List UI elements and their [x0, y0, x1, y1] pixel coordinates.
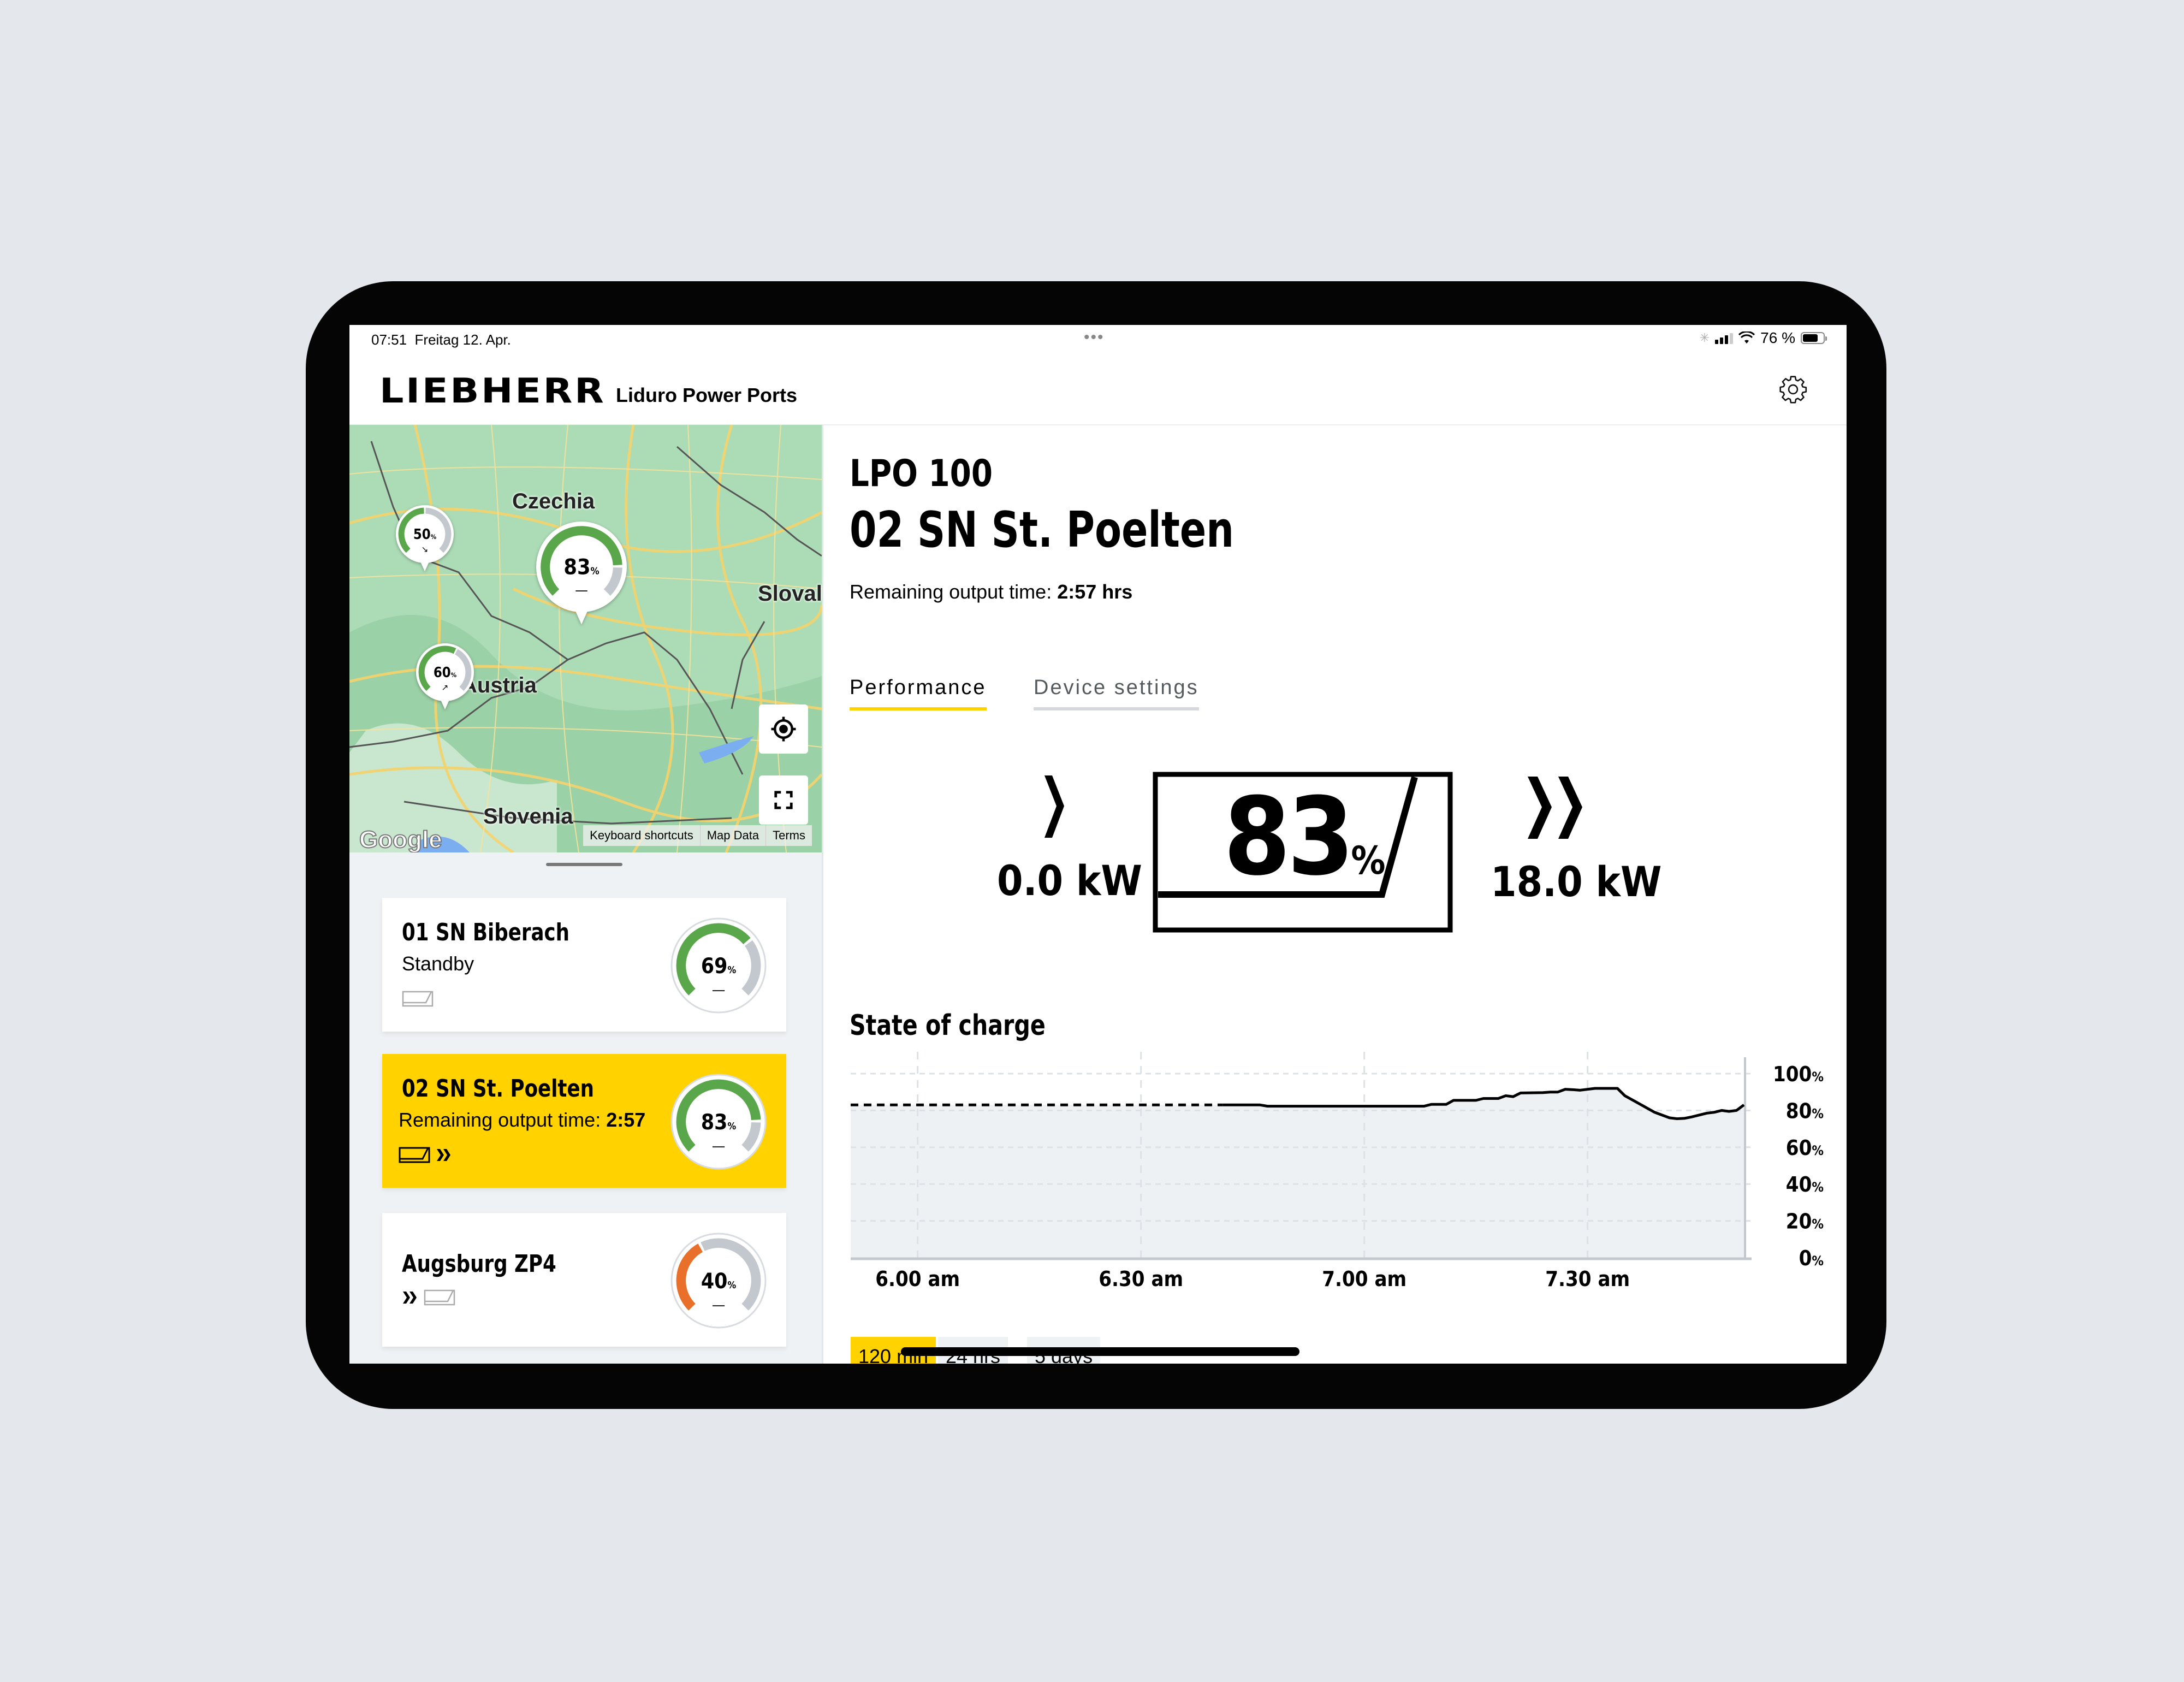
soc-value: 83% [1224, 775, 1386, 899]
y-tick-label: 100% [1773, 1062, 1824, 1086]
x-tick-label: 7.00 am [1322, 1267, 1406, 1291]
device-name: 01 SN Biberach [402, 919, 569, 946]
gauge-remainder [454, 649, 472, 691]
tab-device-settings[interactable]: Device settings [1034, 676, 1199, 710]
brand-logo: LIEBHERR [379, 371, 606, 411]
charge-gauge: 83% — [670, 1074, 767, 1170]
status-bar: 07:51 Freitag 12. Apr. ••• ✳ 76 % [349, 325, 1847, 352]
chart-title: State of charge [850, 1009, 1046, 1042]
multitasking-dots-icon[interactable]: ••• [1084, 328, 1105, 347]
drag-handle[interactable] [546, 863, 622, 866]
map-attribution: Keyboard shortcuts Map Data Terms [583, 825, 812, 846]
wifi-icon [1738, 331, 1755, 343]
device-status: Remaining output time: 2:57 [399, 1109, 646, 1131]
trend-indicator: ↗ [442, 683, 449, 692]
map-marker[interactable]: 83% — [535, 520, 628, 625]
gauge-remainder [603, 567, 622, 596]
state-of-charge-display: 83% [1153, 772, 1453, 933]
app-screen: 07:51 Freitag 12. Apr. ••• ✳ 76 % LIEBHE… [349, 325, 1847, 1364]
charge-gauge: 40% — [670, 1233, 767, 1329]
gauge-svg: 69%— [670, 917, 767, 1014]
device-model: LPO 100 [850, 452, 993, 495]
device-card-selected[interactable]: 02 SN St. Poelten Remaining output time:… [382, 1054, 786, 1188]
device-icons [402, 991, 434, 1007]
device-detail-pane: LPO 100 02 SN St. Poelten Remaining outp… [823, 425, 1847, 1364]
battery-icon [1801, 332, 1827, 344]
map-label: Slovenia [483, 804, 573, 828]
gauge-svg: 40%— [670, 1233, 767, 1329]
locate-icon [771, 716, 796, 742]
input-chevron-icon [1044, 775, 1064, 838]
x-tick-label: 7.30 am [1545, 1267, 1630, 1291]
trend-indicator: — [712, 1297, 726, 1313]
gauge-value: 83% [563, 555, 599, 580]
device-name: 02 SN St. Poelten [402, 1075, 594, 1103]
map-view[interactable]: Czechia Sloval Austria Slovenia 50% ↘ 83%… [349, 425, 822, 852]
trend-indicator: — [575, 583, 588, 598]
locate-button[interactable] [759, 704, 808, 754]
y-tick-label: 40% [1786, 1172, 1824, 1197]
device-title: 02 SN St. Poelten [850, 501, 1234, 559]
output-double-chevron-icon [1528, 777, 1582, 839]
gauge-value: 60% [434, 664, 457, 680]
double-chevron-icon [437, 1149, 450, 1161]
gauge-value: 50% [413, 526, 437, 542]
chart-area-fill [851, 1088, 1744, 1258]
map-marker[interactable]: 50% ↘ [395, 504, 455, 572]
input-power: 0.0 kW [997, 856, 1142, 905]
remaining-output-time: Remaining output time: 2:57 hrs [850, 581, 1133, 603]
x-tick-label: 6.00 am [875, 1267, 960, 1291]
terms-link[interactable]: Terms [765, 825, 812, 846]
gauge-svg: 60% ↗ [418, 645, 472, 692]
status-indicators: ✳ 76 % [1699, 329, 1827, 347]
device-list-pane: Czechia Sloval Austria Slovenia 50% ↘ 83%… [349, 425, 823, 1364]
map-label: Czechia [512, 489, 595, 513]
trend-indicator: ↘ [422, 544, 429, 554]
tab-performance[interactable]: Performance [850, 676, 987, 710]
battery-icon [402, 991, 434, 1007]
gear-icon[interactable] [1778, 374, 1808, 405]
y-tick-label: 80% [1786, 1099, 1824, 1123]
device-status: Standby [402, 952, 474, 975]
y-tick-label: 60% [1786, 1136, 1824, 1160]
map-marker[interactable]: 60% ↗ [415, 642, 475, 710]
map-data-link[interactable]: Map Data [699, 825, 765, 846]
app-header: LIEBHERR Liduro Power Ports [349, 352, 1847, 425]
map-label: Sloval [758, 582, 822, 606]
app-title: Liduro Power Ports [616, 384, 798, 406]
gauge-svg: 50% ↘ [398, 507, 452, 554]
battery-icon [424, 1289, 455, 1306]
keyboard-shortcuts-link[interactable]: Keyboard shortcuts [583, 825, 700, 846]
y-tick-label: 20% [1786, 1210, 1824, 1234]
status-time: 07:51 Freitag 12. Apr. [371, 331, 511, 348]
trend-indicator: — [712, 982, 726, 998]
activity-spinner-icon: ✳ [1699, 331, 1710, 345]
state-of-charge-chart: 6.00 am 6.30 am 7.00 am 7.30 am 100% 80% 60% 40… [851, 1052, 1824, 1291]
charge-gauge: 69% — [670, 917, 767, 1014]
fullscreen-icon [774, 791, 793, 809]
device-icons [402, 1289, 455, 1306]
cellular-signal-icon [1715, 332, 1734, 344]
device-card[interactable]: Augsburg ZP4 40% — [382, 1213, 786, 1347]
home-indicator[interactable] [901, 1347, 1299, 1356]
battery-percent: 76 % [1760, 329, 1795, 346]
trend-indicator: — [712, 1138, 726, 1154]
double-chevron-icon [403, 1292, 417, 1304]
google-logo: Google [359, 826, 443, 852]
battery-level [1803, 334, 1818, 342]
gauge-svg: 83%— [670, 1074, 767, 1170]
x-tick-label: 6.30 am [1099, 1267, 1183, 1291]
battery-icon [399, 1147, 430, 1163]
device-name: Augsburg ZP4 [402, 1250, 556, 1278]
gauge-svg: 83% — [541, 526, 622, 598]
fullscreen-button[interactable] [759, 775, 808, 825]
device-icons [399, 1147, 452, 1163]
device-card[interactable]: 01 SN Biberach Standby 69% — [382, 898, 786, 1032]
y-tick-label: 0% [1799, 1246, 1824, 1270]
output-power: 18.0 kW [1491, 857, 1662, 906]
